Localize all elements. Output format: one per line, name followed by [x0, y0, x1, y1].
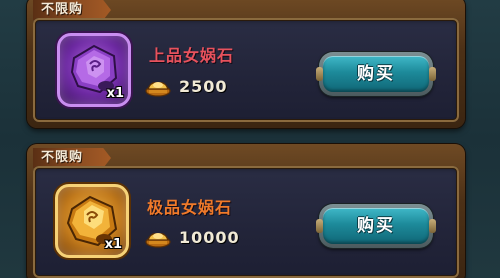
- button-right-ornament: [429, 67, 436, 81]
- item-quantity: x1: [106, 86, 124, 101]
- button-left-ornament: [316, 67, 323, 81]
- price-value: 10000: [179, 228, 240, 247]
- item-quantity: x1: [104, 237, 122, 252]
- buy-button-label: 购买: [323, 56, 429, 92]
- purchase-limit-tag: 不限购: [33, 148, 112, 168]
- item-name: 上品女娲石: [149, 46, 235, 65]
- purchase-limit-tag: 不限购: [33, 0, 112, 20]
- buy-button-label: 购买: [323, 208, 429, 244]
- buy-button[interactable]: 购买: [316, 204, 436, 248]
- shop-screen: 不限购 x1 上品女娲石 2500 购买 不限购 x1 极品女娲石 10000 …: [0, 0, 500, 278]
- button-right-ornament: [429, 219, 436, 233]
- item-name: 极品女娲石: [147, 198, 233, 217]
- item-slot[interactable]: x1: [57, 33, 131, 107]
- price-row: 10000: [145, 227, 275, 249]
- buy-button[interactable]: 购买: [316, 52, 436, 96]
- button-left-ornament: [316, 219, 323, 233]
- price-value: 2500: [179, 77, 228, 96]
- shop-item-card: 不限购 x1 上品女娲石 2500 购买: [27, 0, 465, 128]
- price-row: 2500: [145, 76, 265, 98]
- shop-item-card: 不限购 x1 极品女娲石 10000 购买: [27, 144, 465, 278]
- gold-ingot-icon: [145, 233, 171, 248]
- item-slot[interactable]: x1: [55, 184, 129, 258]
- gold-ingot-icon: [145, 82, 171, 97]
